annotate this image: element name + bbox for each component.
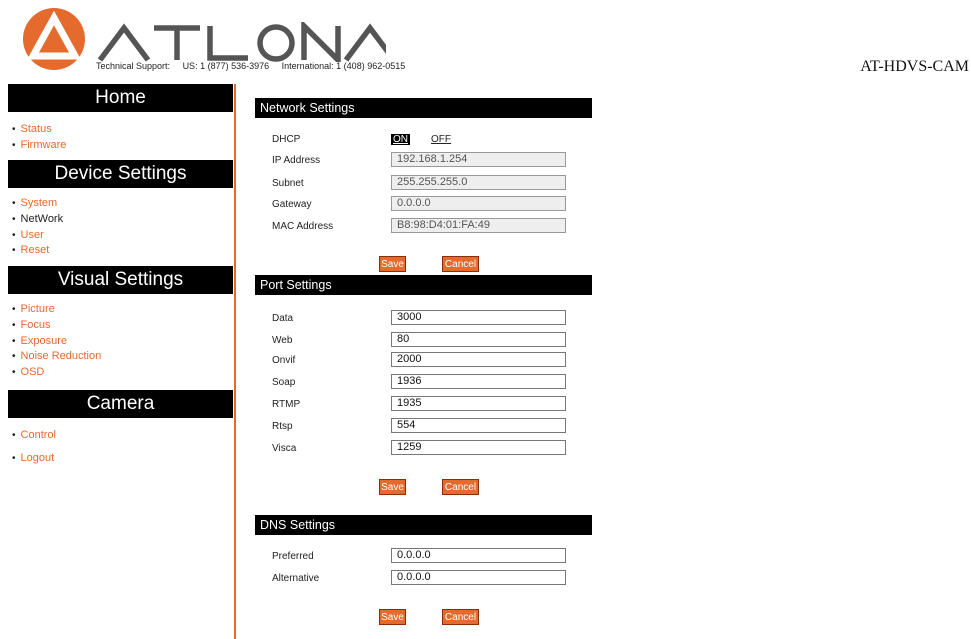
port-settings-heading: Port Settings [255,275,592,295]
sidebar-item-exposure[interactable]: • Exposure [12,334,233,350]
onvif-port-label: Onvif [272,355,296,366]
data-port-field[interactable]: 3000 [391,310,566,325]
sidebar-heading-home: Home [8,84,233,112]
device-model: AT-HDVS-CAM [860,58,969,75]
sidebar-item-label: Firmware [20,138,67,151]
home-menu: • Status • Firmware [8,122,233,153]
sidebar-item-noise-reduction[interactable]: • Noise Reduction [12,349,233,365]
dhcp-on-toggle[interactable]: ON [391,134,410,145]
sidebar-nav: Home • Status • Firmware Device Settings •… [8,84,233,639]
bullet-icon: • [12,319,16,331]
bullet-icon: • [12,351,16,363]
support-us-phone: US: 1 (877) 536-3976 [182,61,270,71]
preferred-dns-field[interactable]: 0.0.0.0 [391,548,566,563]
atlona-logo-icon [23,8,85,70]
sidebar-item-system[interactable]: • System [12,196,233,212]
sidebar-item-label: Status [20,123,52,135]
mac-address-field[interactable]: B8:98:D4:01:FA:49 [391,218,566,233]
ip-address-field[interactable]: 192.168.1.254 [391,152,566,167]
bullet-icon: • [12,139,16,151]
bullet-icon: • [12,335,16,347]
subnet-label: Subnet [272,178,304,189]
rtsp-port-field[interactable]: 554 [391,418,566,433]
dhcp-off-toggle[interactable]: OFF [431,134,451,145]
web-port-label: Web [272,335,293,346]
sidebar-item-user[interactable]: • User [12,228,233,244]
device-settings-menu: • System • NetWork • User • Reset [8,196,233,259]
sidebar-item-label: User [20,228,44,241]
dns-cancel-button[interactable]: Cancel [442,609,479,625]
support-label: Technical Support: [96,61,171,71]
data-port-label: Data [272,313,294,324]
sidebar-divider [234,84,236,639]
gateway-field[interactable]: 0.0.0.0 [391,196,566,211]
bullet-icon: • [12,229,16,241]
logout-menu: • Logout [8,451,233,467]
bullet-icon: • [12,214,16,226]
sidebar-heading-camera: Camera [8,389,233,418]
technical-support-info: Technical Support: US: 1 (877) 536-3976 … [96,61,415,71]
sidebar-item-label: Reset [20,244,50,257]
sidebar-item-label: Picture [20,303,55,316]
sidebar-item-label: Noise Reduction [20,350,102,363]
rtmp-port-field[interactable]: 1935 [391,396,566,411]
dhcp-label: DHCP [272,134,301,145]
logout-label: Logout [20,452,55,465]
mac-address-label: MAC Address [272,221,334,232]
sidebar-item-label: OSD [20,365,45,378]
visca-port-label: Visca [272,443,297,454]
sidebar-heading-visual-settings: Visual Settings [8,266,233,295]
rtsp-port-label: Rtsp [272,421,293,432]
sidebar-item-status[interactable]: • Status [12,122,233,138]
network-settings-heading: Network Settings [255,98,592,118]
soap-port-label: Soap [272,377,296,388]
dns-settings-heading: DNS Settings [255,515,592,535]
alternative-dns-field[interactable]: 0.0.0.0 [391,570,566,585]
preferred-dns-label: Preferred [272,551,314,562]
bullet-icon: • [12,429,16,441]
logout-link[interactable]: • Logout [12,451,233,467]
ports-cancel-button[interactable]: Cancel [442,479,479,495]
sidebar-item-focus[interactable]: • Focus [12,318,233,334]
sidebar-item-label: NetWork [20,213,64,226]
sidebar-item-label: Focus [20,318,51,331]
sidebar-item-picture[interactable]: • Picture [12,302,233,318]
bullet-icon: • [12,198,16,210]
sidebar-heading-device-settings: Device Settings [8,160,233,189]
sidebar-item-label: System [20,197,58,210]
network-cancel-button[interactable]: Cancel [442,256,479,272]
support-intl-phone: International: 1 (408) 962-0515 [281,61,406,71]
gateway-label: Gateway [272,199,312,210]
bullet-icon: • [12,366,16,378]
visca-port-field[interactable]: 1259 [391,440,566,455]
sidebar-item-label: Exposure [20,334,67,347]
bullet-icon: • [12,453,16,465]
ip-address-label: IP Address [272,155,321,166]
network-save-button[interactable]: Save [379,256,406,272]
sidebar-item-label: Control [20,428,56,441]
alternative-dns-label: Alternative [272,573,320,584]
web-port-field[interactable]: 80 [391,332,566,347]
rtmp-port-label: RTMP [272,399,301,410]
bullet-icon: • [12,304,16,316]
sidebar-item-network[interactable]: • NetWork [12,212,233,228]
bullet-icon: • [12,245,16,257]
onvif-port-field[interactable]: 2000 [391,352,566,367]
atlona-wordmark [97,22,386,62]
camera-menu: • Control [8,428,233,444]
ports-save-button[interactable]: Save [379,479,406,495]
sidebar-item-osd[interactable]: • OSD [12,365,233,381]
sidebar-item-control[interactable]: • Control [12,428,233,444]
sidebar-item-firmware[interactable]: • Firmware [12,138,233,154]
visual-settings-menu: • Picture • Focus • Exposure • Noise Reducti… [8,302,233,380]
dns-save-button[interactable]: Save [379,609,406,625]
bullet-icon: • [12,124,16,135]
page-header: Technical Support: US: 1 (877) 536-3976 … [0,0,971,78]
soap-port-field[interactable]: 1936 [391,374,566,389]
subnet-field[interactable]: 255.255.255.0 [391,175,566,190]
sidebar-item-reset[interactable]: • Reset [12,243,233,259]
